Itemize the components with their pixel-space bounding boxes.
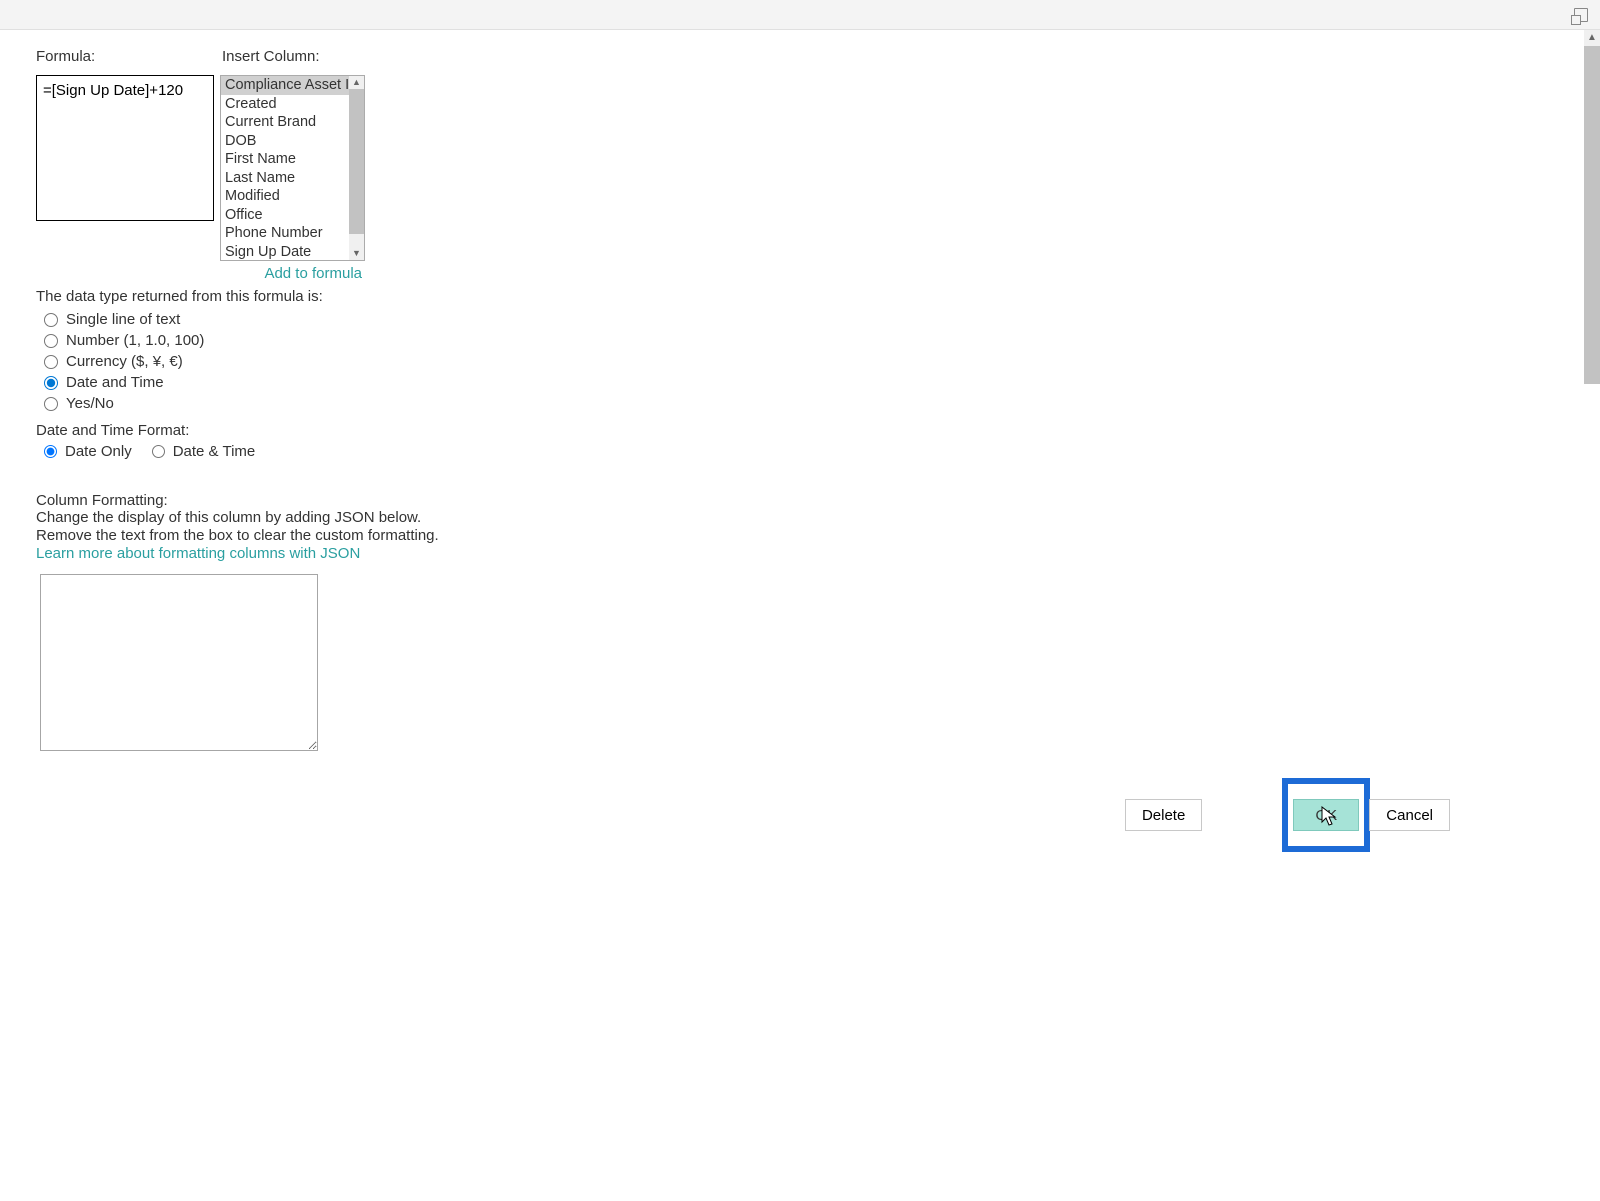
- radio-single-line[interactable]: [44, 313, 58, 327]
- radio-number[interactable]: [44, 334, 58, 348]
- radio-yes-no[interactable]: [44, 397, 58, 411]
- json-learn-more-link[interactable]: Learn more about formatting columns with…: [36, 545, 360, 562]
- radio-date-and-time-label: Date & Time: [173, 443, 256, 460]
- radio-currency[interactable]: [44, 355, 58, 369]
- column-item[interactable]: Created: [221, 95, 364, 114]
- column-item[interactable]: Current Brand: [221, 113, 364, 132]
- column-list[interactable]: Compliance Asset IdCreatedCurrent BrandD…: [220, 75, 365, 261]
- ok-button[interactable]: OK: [1293, 799, 1359, 831]
- radio-number-label: Number (1, 1.0, 100): [66, 332, 204, 349]
- radio-currency-label: Currency ($, ¥, €): [66, 353, 183, 370]
- radio-date-only[interactable]: [44, 445, 57, 458]
- ok-highlight: OK: [1282, 778, 1370, 852]
- cancel-button[interactable]: Cancel: [1369, 799, 1450, 831]
- list-scroll-thumb[interactable]: [349, 89, 364, 234]
- radio-yes-no-label: Yes/No: [66, 395, 114, 412]
- data-type-group: Single line of text Number (1, 1.0, 100)…: [36, 311, 1564, 412]
- ok-button-label: OK: [1315, 807, 1337, 824]
- top-bar: [0, 0, 1600, 30]
- list-scroll-down-icon[interactable]: ▼: [349, 247, 364, 260]
- column-item[interactable]: Compliance Asset Id: [221, 76, 364, 95]
- insert-column-label: Insert Column:: [222, 48, 320, 65]
- form-content: Formula: Insert Column: Compliance Asset…: [0, 30, 1600, 1201]
- column-item[interactable]: Modified: [221, 187, 364, 206]
- column-item[interactable]: Sign Up Date: [221, 243, 364, 262]
- date-format-group: Date Only Date & Time: [44, 443, 1564, 460]
- column-item[interactable]: Phone Number: [221, 224, 364, 243]
- json-formatting-input[interactable]: [40, 574, 318, 751]
- formula-label: Formula:: [36, 48, 216, 65]
- column-item[interactable]: DOB: [221, 132, 364, 151]
- formula-input[interactable]: [36, 75, 214, 221]
- radio-date-time-label: Date and Time: [66, 374, 164, 391]
- list-scrollbar[interactable]: ▲ ▼: [349, 76, 364, 260]
- column-formatting-desc1: Change the display of this column by add…: [36, 509, 1564, 527]
- radio-date-only-label: Date Only: [65, 443, 132, 460]
- delete-button[interactable]: Delete: [1125, 799, 1202, 831]
- button-row: Delete OK Cancel: [1125, 778, 1450, 852]
- radio-single-line-label: Single line of text: [66, 311, 180, 328]
- list-scroll-up-icon[interactable]: ▲: [349, 76, 364, 89]
- radio-date-and-time[interactable]: [152, 445, 165, 458]
- date-format-label: Date and Time Format:: [36, 422, 1564, 439]
- column-item[interactable]: Last Name: [221, 169, 364, 188]
- column-formatting-desc2: Remove the text from the box to clear th…: [36, 527, 1564, 545]
- column-item[interactable]: First Name: [221, 150, 364, 169]
- column-formatting-label: Column Formatting:: [36, 492, 1564, 509]
- radio-date-time[interactable]: [44, 376, 58, 390]
- expand-icon[interactable]: [1574, 8, 1588, 22]
- column-item[interactable]: Office: [221, 206, 364, 225]
- add-to-formula-link[interactable]: Add to formula: [264, 265, 362, 282]
- data-type-label: The data type returned from this formula…: [36, 288, 1564, 305]
